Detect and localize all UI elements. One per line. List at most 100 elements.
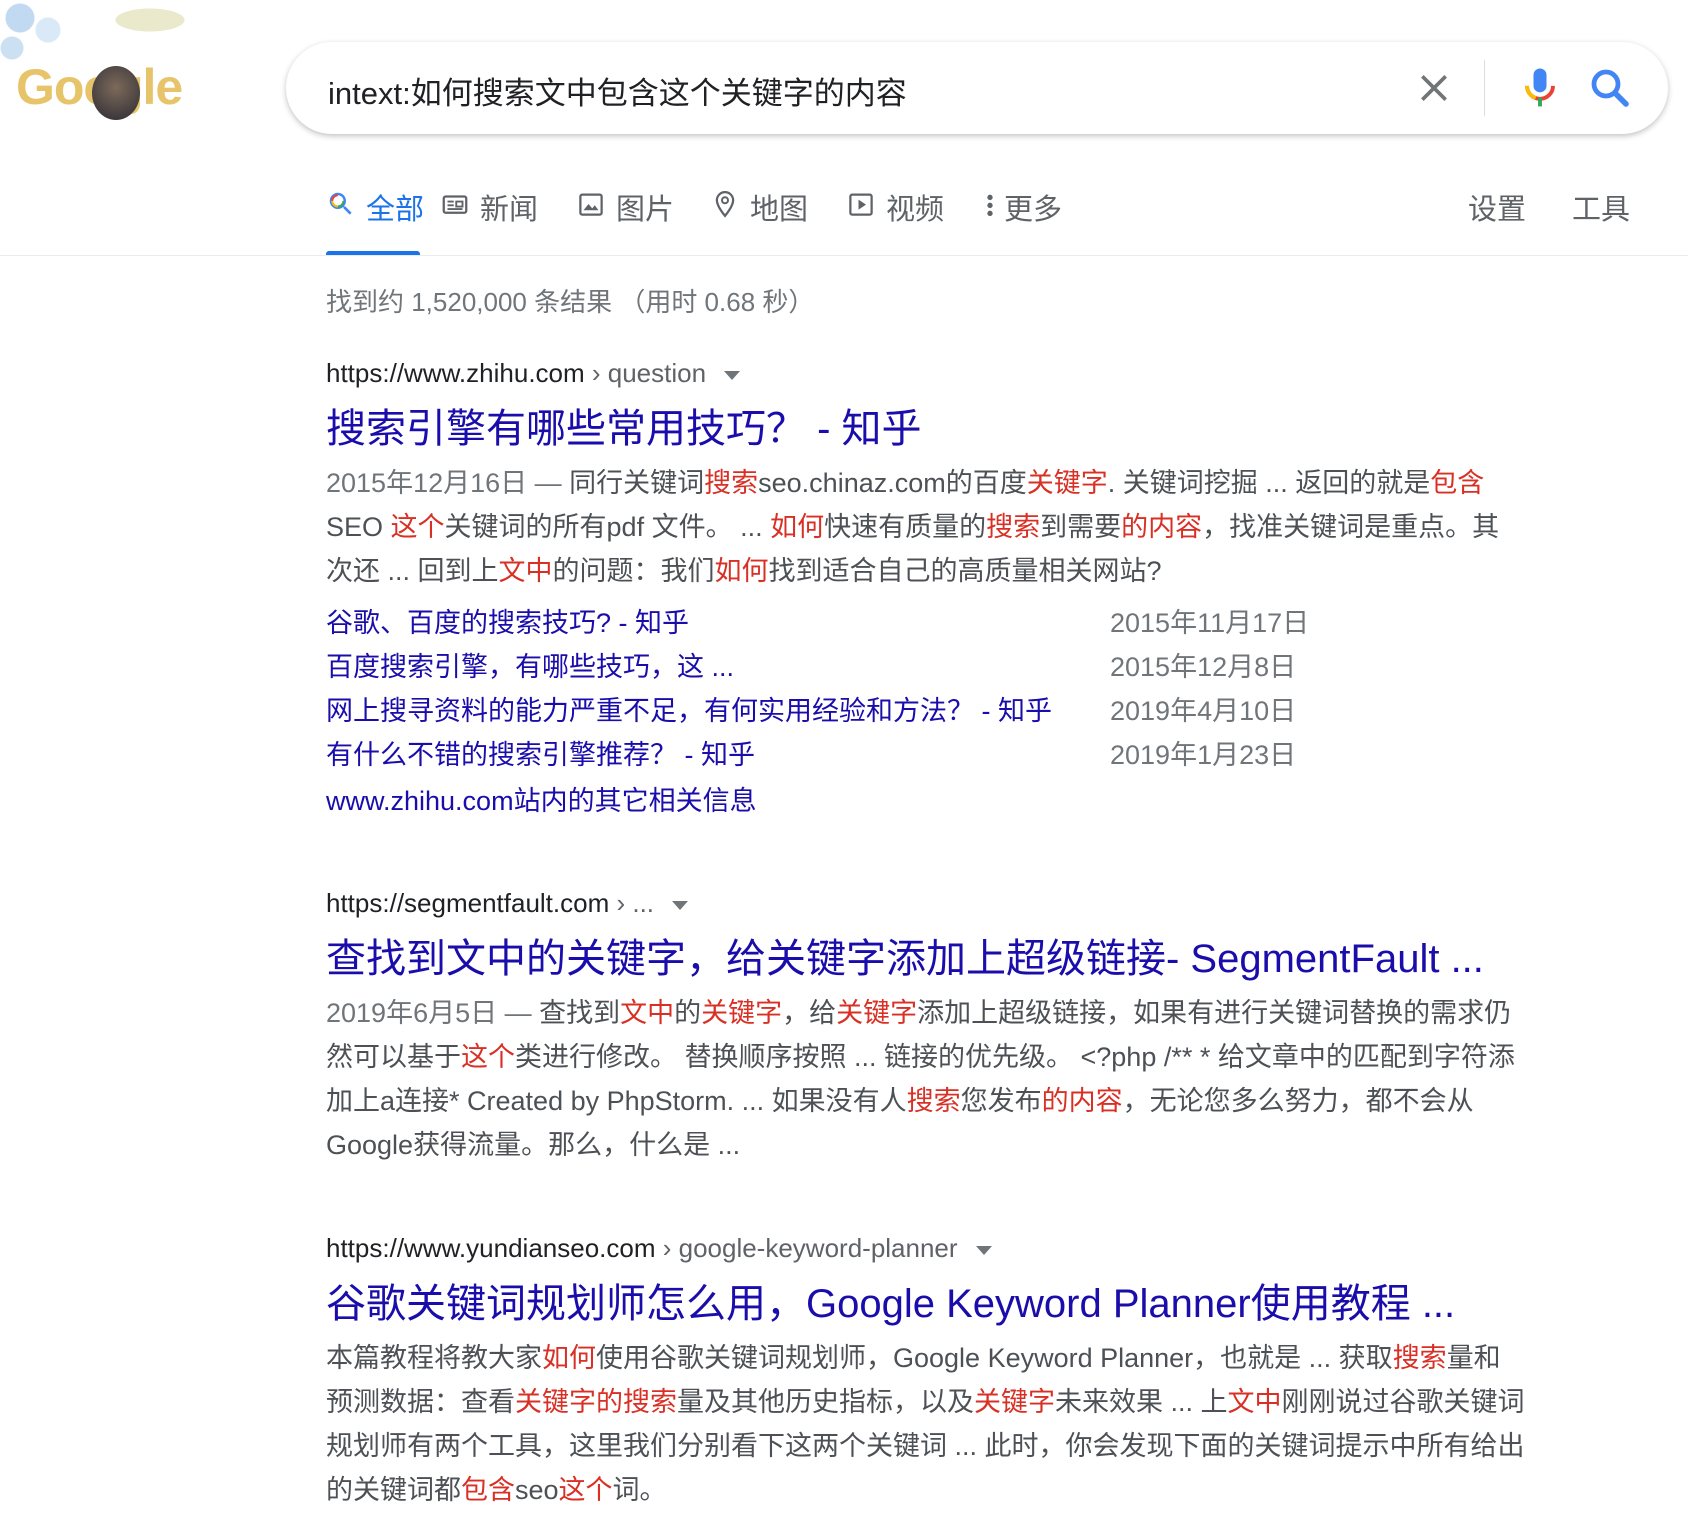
snippet-highlight: 关键字	[1026, 468, 1108, 498]
snippet-text: 量及其他历史指标，以及	[677, 1387, 974, 1417]
result-url[interactable]: https://segmentfault.com › ...	[326, 888, 1526, 919]
snippet-text: 您发布	[960, 1086, 1042, 1116]
tab-news[interactable]: 新闻	[440, 186, 538, 256]
result-snippet: 2019年6月5日 — 查找到文中的关键字，给关键字添加上超级链接，如果有进行关…	[326, 991, 1526, 1167]
newspaper-icon	[440, 188, 470, 220]
more-vert-icon	[982, 188, 998, 220]
sitelink-row: 百度搜索引擎，有哪些技巧，这 ... 2015年12月8日	[326, 645, 1526, 689]
more-from-site-link[interactable]: www.zhihu.com站内的其它相关信息	[326, 779, 1526, 818]
snippet-text: 使用谷歌关键词规划师，Google Keyword Planner，也就是 ..…	[596, 1343, 1393, 1373]
search-divider	[1484, 60, 1485, 116]
snippet-text: 词。	[612, 1475, 667, 1505]
snippet-text: 的	[674, 998, 702, 1028]
snippet-highlight: 这个	[390, 512, 445, 542]
caret-down-icon[interactable]	[975, 1245, 992, 1255]
search-icon	[326, 188, 356, 220]
snippet-highlight: 文中	[1227, 1387, 1282, 1417]
snippet-highlight: 包含	[1430, 468, 1485, 498]
result-url[interactable]: https://www.yundianseo.com › google-keyw…	[326, 1233, 1526, 1264]
tab-all-label: 全部	[366, 194, 425, 226]
snippet-highlight: 搜索	[906, 1086, 961, 1116]
search-box[interactable]: intext:如何搜索文中包含这个关键字的内容	[286, 42, 1668, 134]
snippet-highlight: 搜索	[986, 512, 1041, 542]
sitelink-row: 网上搜寻资料的能力严重不足，有何实用经验和方法？ - 知乎 2019年4月10日	[326, 689, 1526, 733]
sitelink-date: 2019年1月23日	[1110, 740, 1297, 770]
tab-more-label: 更多	[1004, 194, 1063, 226]
settings-link[interactable]: 设置	[1468, 186, 1526, 228]
caret-down-icon[interactable]	[724, 370, 741, 380]
search-input[interactable]: intext:如何搜索文中包含这个关键字的内容	[328, 68, 907, 113]
search-icon[interactable]	[1586, 64, 1634, 112]
result-path: › google-keyword-planner	[655, 1233, 958, 1263]
snippet-highlight: 这个	[461, 1042, 515, 1072]
snippet-highlight: 如何	[770, 512, 825, 542]
snippet-text: 本篇教程将教大家	[326, 1343, 542, 1373]
sitelink-title[interactable]: 有什么不错的搜索引擎推荐？ - 知乎	[326, 733, 755, 772]
sitelink-row: 谷歌、百度的搜索技巧? - 知乎 2015年11月17日	[326, 601, 1526, 645]
search-result: https://segmentfault.com › ... 查找到文中的关键字…	[326, 888, 1526, 1167]
result-stats: 找到约 1,520,000 条结果 （用时 0.68 秒）	[326, 287, 815, 317]
snippet-highlight: 文中	[498, 556, 553, 586]
snippet-highlight: 的内容	[1041, 1086, 1123, 1116]
tab-maps-label: 地图	[750, 194, 809, 226]
sitelink-title[interactable]: 网上搜寻资料的能力严重不足，有何实用经验和方法？ - 知乎	[326, 689, 1052, 728]
snippet-highlight: 如何	[542, 1343, 596, 1373]
snippet-highlight: 关键字	[836, 998, 918, 1028]
close-icon[interactable]	[1414, 68, 1454, 108]
snippet-text: ，给	[782, 998, 837, 1028]
image-icon	[576, 188, 606, 220]
mic-icon[interactable]	[1514, 62, 1566, 114]
snippet-text: 同行关键词	[569, 468, 705, 498]
snippet-highlight: 关键字的搜索	[515, 1387, 677, 1417]
play-icon	[846, 188, 876, 220]
sitelink-date: 2015年11月17日	[1110, 608, 1310, 638]
snippet-text: . 关键词挖掘 ... 返回的就是	[1107, 468, 1431, 498]
result-site: https://segmentfault.com	[326, 888, 610, 918]
result-site: https://www.yundianseo.com	[326, 1233, 656, 1263]
result-title[interactable]: 谷歌关键词规划师怎么用，Google Keyword Planner使用教程 .…	[326, 1278, 1526, 1330]
result-title[interactable]: 搜索引擎有哪些常用技巧？ - 知乎	[326, 403, 1526, 455]
tab-news-label: 新闻	[480, 194, 539, 226]
snippet-text: 到需要	[1040, 512, 1122, 542]
snippet-text: 未来效果 ... 上	[1055, 1387, 1228, 1417]
doodle-photo	[92, 66, 140, 120]
snippet-highlight: 文中	[620, 998, 675, 1028]
search-result: https://www.zhihu.com › question 搜索引擎有哪些…	[326, 358, 1526, 818]
caret-down-icon[interactable]	[672, 900, 689, 910]
snippet-highlight: 关键字	[701, 998, 783, 1028]
sitelink-title[interactable]: 谷歌、百度的搜索技巧? - 知乎	[326, 601, 689, 640]
tabs-divider	[0, 255, 1688, 256]
result-title[interactable]: 查找到文中的关键字，给关键字添加上超级链接- SegmentFault ...	[326, 933, 1526, 985]
snippet-text: 关键词的所有pdf 文件。 ...	[444, 512, 771, 542]
tab-more[interactable]: 更多	[982, 186, 1062, 256]
result-path: › ...	[609, 888, 655, 918]
snippet-text: SEO	[326, 512, 391, 542]
tab-all[interactable]: 全部	[326, 186, 424, 256]
sitelinks: 谷歌、百度的搜索技巧? - 知乎 2015年11月17日 百度搜索引擎，有哪些技…	[326, 601, 1526, 777]
snippet-highlight: 搜索	[704, 468, 759, 498]
sitelink-title[interactable]: 百度搜索引擎，有哪些技巧，这 ...	[326, 645, 734, 684]
snippet-text: 查找到	[539, 998, 621, 1028]
tools-link[interactable]: 工具	[1572, 186, 1630, 228]
snippet-text: 找到适合自己的高质量相关网站?	[768, 556, 1162, 586]
snippet-highlight: 关键字	[974, 1387, 1055, 1417]
result-date: 2015年12月16日 —	[326, 468, 570, 498]
snippet-highlight: 这个	[558, 1475, 613, 1505]
snippet-highlight: 包含	[461, 1475, 515, 1505]
tab-maps[interactable]: 地图	[710, 186, 808, 256]
result-site: https://www.zhihu.com	[326, 358, 585, 388]
snippet-highlight: 的内容	[1121, 512, 1203, 542]
tab-images-label: 图片	[616, 194, 675, 226]
google-doodle-logo[interactable]: Google	[0, 0, 215, 130]
result-snippet: 本篇教程将教大家如何使用谷歌关键词规划师，Google Keyword Plan…	[326, 1336, 1526, 1512]
tab-videos[interactable]: 视频	[846, 186, 944, 256]
tab-videos-label: 视频	[886, 194, 945, 226]
snippet-text: 快速有质量的	[824, 512, 987, 542]
search-result: https://www.yundianseo.com › google-keyw…	[326, 1233, 1526, 1512]
snippet-text: seo	[515, 1475, 559, 1505]
snippet-highlight: 搜索	[1392, 1343, 1447, 1373]
result-date: 2019年6月5日 —	[326, 998, 540, 1028]
map-pin-icon	[710, 188, 740, 220]
result-url[interactable]: https://www.zhihu.com › question	[326, 358, 1526, 389]
tab-images[interactable]: 图片	[576, 186, 674, 256]
